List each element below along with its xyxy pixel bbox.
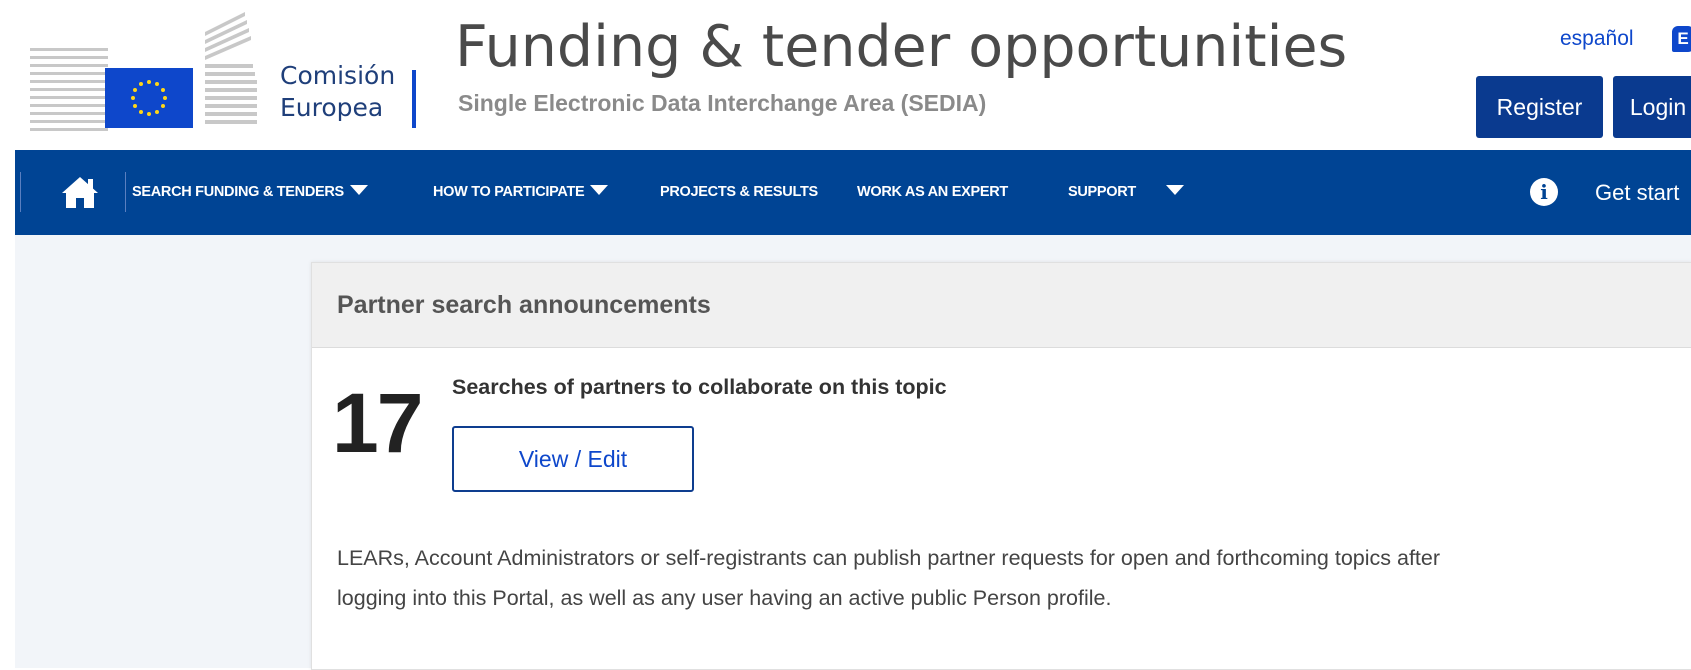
nav-work-as-expert[interactable]: WORK AS AN EXPERT (857, 150, 1008, 235)
nav-item-label: PROJECTS & RESULTS (660, 184, 818, 200)
language-badge-icon[interactable]: E (1672, 26, 1691, 52)
logo-text-line2: Europea (280, 93, 384, 122)
nav-item-label: WORK AS AN EXPERT (857, 184, 1008, 200)
login-button[interactable]: Login (1613, 76, 1691, 138)
site-title: Funding & tender opportunities (455, 14, 1348, 80)
nav-search-funding-tenders[interactable]: SEARCH FUNDING & TENDERS (132, 150, 368, 235)
logo-divider (412, 70, 416, 128)
info-line-1: LEARs, Account Administrators or self-re… (337, 546, 1441, 570)
nav-divider (20, 172, 21, 212)
register-button[interactable]: Register (1476, 76, 1603, 138)
nav-divider (125, 172, 126, 212)
nav-item-label: SEARCH FUNDING & TENDERS (132, 184, 344, 200)
panel-title: Partner search announcements (337, 291, 711, 319)
site-header: Comisión Europea Funding & tender opport… (0, 0, 1691, 150)
logo-text: Comisión Europea (280, 60, 396, 124)
panel-header: Partner search announcements (312, 263, 1691, 348)
get-started-link[interactable]: Get start (1595, 150, 1679, 235)
info-line-2: logging into this Portal, as well as any… (337, 586, 1112, 610)
nav-support[interactable]: SUPPORT (1068, 150, 1184, 235)
partner-search-count: 17 (332, 376, 423, 470)
nav-item-label: HOW TO PARTICIPATE (433, 184, 585, 200)
partner-search-panel: Partner search announcements 17 Searches… (311, 262, 1691, 670)
logo-text-line1: Comisión (280, 61, 396, 90)
info-icon[interactable]: i (1530, 178, 1558, 206)
view-edit-button[interactable]: View / Edit (452, 426, 694, 492)
berlaymont-building-graphic (205, 12, 257, 124)
eu-flag-icon (105, 68, 193, 128)
info-paragraph: LEARs, Account Administrators or self-re… (337, 538, 1677, 618)
home-icon[interactable] (60, 174, 100, 210)
searches-description: Searches of partners to collaborate on t… (452, 375, 947, 399)
nav-projects-results[interactable]: PROJECTS & RESULTS (660, 150, 818, 235)
caret-down-icon (1166, 185, 1184, 196)
main-navigation: SEARCH FUNDING & TENDERS HOW TO PARTICIP… (15, 150, 1691, 235)
site-subtitle: Single Electronic Data Interchange Area … (458, 90, 987, 116)
nav-item-label: SUPPORT (1068, 184, 1136, 200)
european-commission-logo[interactable]: Comisión Europea (30, 12, 416, 131)
language-selector[interactable]: español (1560, 27, 1634, 51)
caret-down-icon (349, 185, 368, 196)
caret-down-icon (590, 185, 609, 196)
nav-how-to-participate[interactable]: HOW TO PARTICIPATE (433, 150, 609, 235)
